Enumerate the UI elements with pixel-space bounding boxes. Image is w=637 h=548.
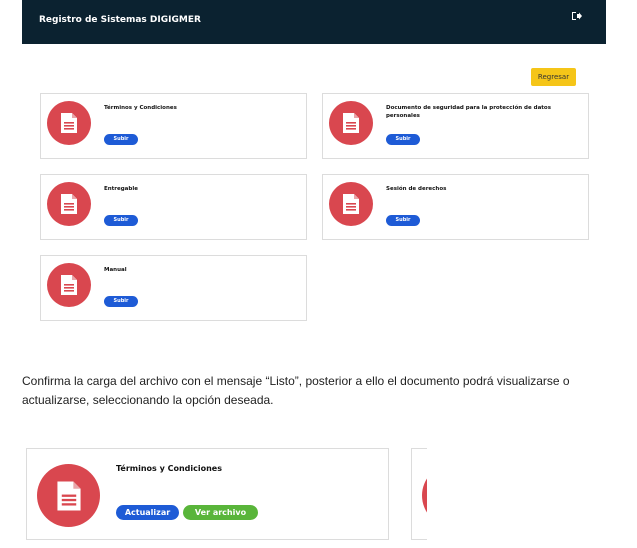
app-screenshot: Registro de Sistemas DIGIGMER Regresar T… [22,0,606,334]
document-card: Sesión de derechos Subir [322,174,589,240]
card-title: Términos y Condiciones [104,105,177,111]
document-card-detail: Términos y Condiciones Actualizar Ver ar… [26,448,389,540]
card-title: Términos y Condiciones [116,464,222,473]
navbar: Registro de Sistemas DIGIGMER [22,0,606,44]
document-card-partial [411,448,427,540]
upload-button[interactable]: Subir [104,296,138,307]
back-button[interactable]: Regresar [531,68,576,86]
document-icon [47,101,91,145]
upload-button[interactable]: Subir [386,215,420,226]
document-card: Entregable Subir [40,174,307,240]
document-card: Términos y Condiciones Subir [40,93,307,159]
card-title: Sesión de derechos [386,186,447,192]
document-icon [47,182,91,226]
view-file-button[interactable]: Ver archivo [183,505,258,520]
instruction-text: Confirma la carga del archivo con el men… [22,374,570,407]
document-icon [47,263,91,307]
app-title: Registro de Sistemas DIGIGMER [39,15,201,25]
sign-out-icon[interactable] [571,8,583,20]
card-title: Documento de seguridad para la protecció… [386,105,551,119]
document-icon [329,182,373,226]
upload-button[interactable]: Subir [104,134,138,145]
card-title: Manual [104,267,127,273]
document-icon [422,464,427,527]
upload-button[interactable]: Subir [104,215,138,226]
document-icon [37,464,100,527]
upload-button[interactable]: Subir [386,134,420,145]
update-button[interactable]: Actualizar [116,505,179,520]
document-card: Manual Subir [40,255,307,321]
card-title: Entregable [104,186,138,192]
document-card: Documento de seguridad para la protecció… [322,93,589,159]
document-icon [329,101,373,145]
